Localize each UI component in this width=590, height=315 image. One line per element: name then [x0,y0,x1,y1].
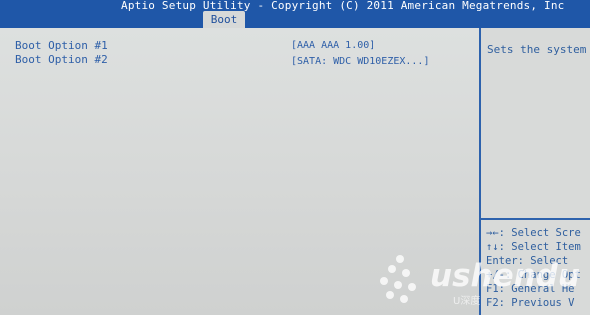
key-select-item: ↑↓: Select Item [486,241,581,253]
app-title: Aptio Setup Utility - Copyright (C) 2011… [121,0,565,12]
help-text: Sets the system [487,43,587,56]
key-previous-values: F2: Previous V [486,297,575,309]
title-bar: Aptio Setup Utility - Copyright (C) 2011… [0,0,590,28]
boot-option-1-label[interactable]: Boot Option #1 [15,39,108,52]
tab-boot[interactable]: Boot [203,11,245,28]
watermark-subtext: U深度 [453,296,481,307]
watermark-text: ushendu [430,258,580,294]
key-select-screen: →←: Select Scre [486,227,581,239]
help-divider [481,218,590,220]
boot-option-1-value[interactable]: [AAA AAA 1.00] [291,40,375,51]
boot-option-2-label[interactable]: Boot Option #2 [15,53,108,66]
boot-option-2-value[interactable]: [SATA: WDC WD10EZEX...] [291,56,429,67]
watermark-logo-icon [374,251,434,307]
